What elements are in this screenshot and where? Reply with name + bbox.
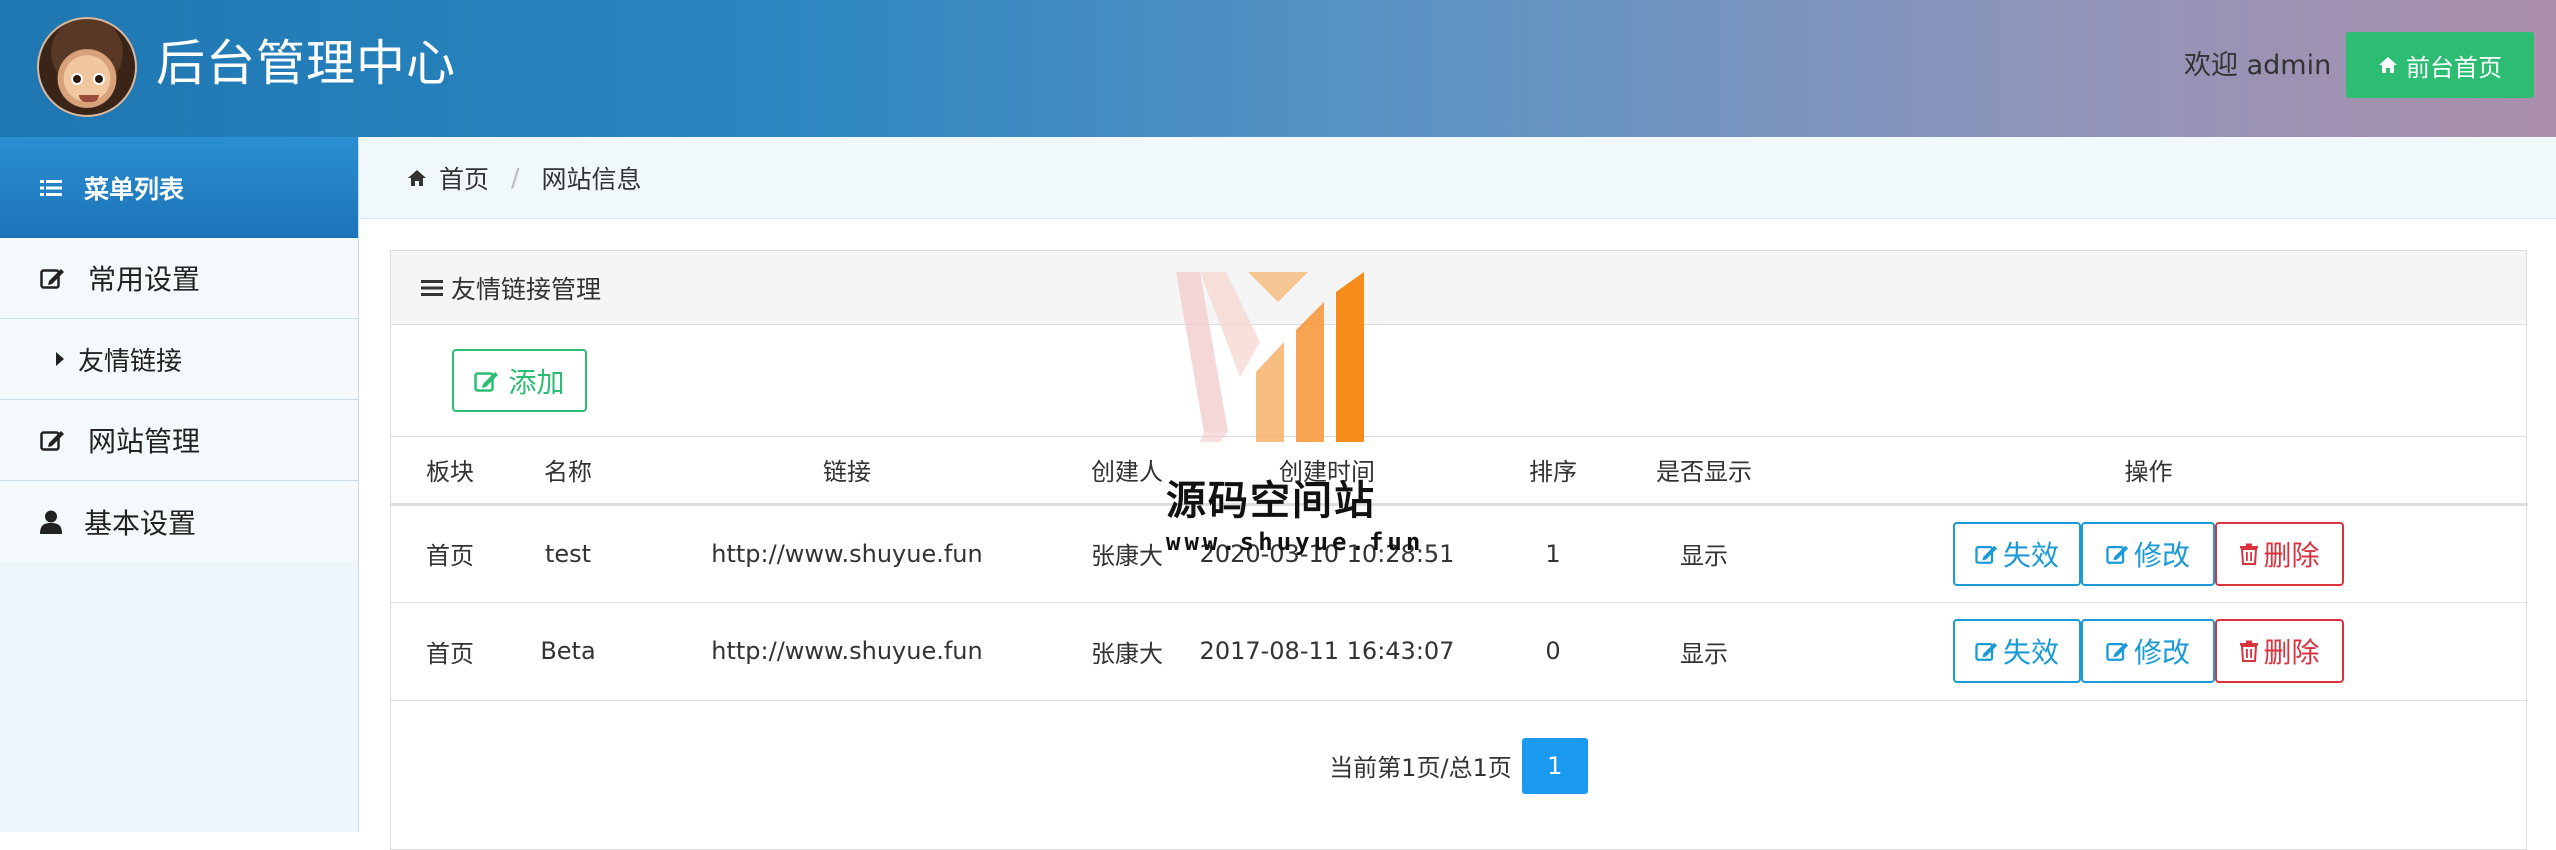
front-home-button[interactable]: 前台首页 [2346, 32, 2534, 98]
cell-link: http://www.shuyue.fun [627, 602, 1067, 701]
list-icon [40, 179, 62, 196]
breadcrumb-home-link[interactable]: 首页 [439, 160, 489, 196]
edit-button[interactable]: 修改 [2081, 619, 2215, 683]
column-header: 名称 [509, 437, 627, 506]
sidebar-item-label: 基本设置 [84, 506, 197, 540]
sidebar-title: 菜单列表 [84, 174, 185, 204]
edit-icon [474, 371, 499, 392]
delete-button[interactable]: 删除 [2215, 619, 2344, 683]
avatar [37, 17, 137, 117]
watermark-url: www.shuyue.fun [1166, 528, 1425, 556]
cell-order: 0 [1467, 602, 1639, 701]
disable-label: 失效 [2002, 538, 2059, 572]
table-row: 首页 test http://www.shuyue.fun 张康大 2020-0… [391, 504, 2528, 603]
edit-button[interactable]: 修改 [2081, 521, 2215, 586]
delete-label: 删除 [2263, 538, 2320, 572]
column-header: 板块 [391, 437, 509, 506]
cell-link: http://www.shuyue.fun [627, 504, 1067, 603]
edit-icon [1975, 545, 1998, 564]
front-home-label: 前台首页 [2406, 53, 2502, 82]
delete-button[interactable]: 删除 [2215, 521, 2344, 586]
cell-block: 首页 [391, 602, 509, 701]
disable-button[interactable]: 失效 [1953, 521, 2081, 586]
add-button-label: 添加 [508, 365, 565, 399]
sidebar-item-label: 常用设置 [88, 263, 201, 296]
delete-label: 删除 [2263, 636, 2320, 669]
sidebar-item-basic-settings[interactable]: 基本设置 [0, 481, 358, 562]
add-button[interactable]: 添加 [452, 349, 587, 412]
bars-icon [421, 279, 443, 296]
caret-right-icon [56, 352, 64, 366]
breadcrumb-separator: / [511, 163, 520, 192]
site-title: 后台管理中心 [156, 35, 457, 92]
edit-icon [1975, 642, 1998, 661]
welcome-text: 欢迎 admin [2184, 50, 2332, 81]
breadcrumb-current: 网站信息 [541, 164, 642, 194]
trash-icon [2240, 640, 2259, 662]
edit-icon [2106, 642, 2129, 661]
column-header: 链接 [627, 437, 1067, 506]
panel-title: 友情链接管理 [451, 274, 602, 304]
table-row: 首页 Beta http://www.shuyue.fun 张康大 2017-0… [391, 602, 2528, 701]
panel-header: 友情链接管理 [391, 251, 2526, 325]
edit-icon [2106, 545, 2129, 564]
links-table: 板块 名称 链接 创建人 创建时间 排序 是否显示 操作 首页 test htt… [391, 437, 2528, 701]
user-icon [40, 510, 62, 534]
disable-button[interactable]: 失效 [1953, 619, 2081, 683]
sidebar-item-label: 网站管理 [88, 425, 201, 458]
friend-links-panel: 友情链接管理 添加 板块 名称 链接 创建人 创建时间 排序 是否显示 操作 首… [390, 250, 2528, 850]
column-header: 是否显示 [1639, 437, 1769, 506]
column-header: 排序 [1467, 437, 1639, 506]
edit-label: 修改 [2133, 636, 2190, 669]
cell-actions: 失效 修改 删除 [1769, 602, 2528, 701]
edit-icon [40, 431, 64, 451]
column-header: 操作 [1769, 437, 2528, 506]
cell-created: 2017-08-11 16:43:07 [1187, 602, 1467, 701]
sidebar-item-label: 友情链接 [78, 346, 183, 377]
edit-label: 修改 [2133, 538, 2190, 572]
sidebar: 菜单列表 常用设置 友情链接 网站管理 基本设置 [0, 137, 359, 832]
sidebar-header: 菜单列表 [0, 137, 358, 238]
edit-icon [40, 269, 64, 289]
sidebar-item-common-settings[interactable]: 常用设置 [0, 238, 358, 319]
home-icon [408, 169, 426, 186]
trash-icon [2240, 543, 2259, 565]
breadcrumb: 首页 / 网站信息 [359, 137, 2556, 219]
pagination: 当前第1页/总1页 1 [391, 701, 2526, 831]
cell-name: Beta [509, 602, 627, 701]
home-icon [2379, 57, 2397, 73]
cell-actions: 失效 修改 删除 [1769, 504, 2528, 603]
watermark-title: 源码空间站 [1166, 478, 1376, 524]
page-button-current[interactable]: 1 [1521, 737, 1588, 794]
cell-block: 首页 [391, 504, 509, 603]
pagination-status: 当前第1页/总1页 [1329, 754, 1512, 782]
table-header-row: 板块 名称 链接 创建人 创建时间 排序 是否显示 操作 [391, 437, 2528, 506]
top-header: 后台管理中心 欢迎 admin 前台首页 [0, 0, 2556, 137]
sidebar-item-site-management[interactable]: 网站管理 [0, 400, 358, 481]
cell-shown: 显示 [1639, 602, 1769, 701]
cell-shown: 显示 [1639, 504, 1769, 603]
panel-toolbar: 添加 [391, 325, 2526, 437]
sidebar-item-friend-links[interactable]: 友情链接 [0, 319, 358, 400]
disable-label: 失效 [2002, 636, 2059, 669]
cell-name: test [509, 504, 627, 603]
cell-order: 1 [1467, 504, 1639, 603]
cell-creator: 张康大 [1067, 602, 1187, 701]
